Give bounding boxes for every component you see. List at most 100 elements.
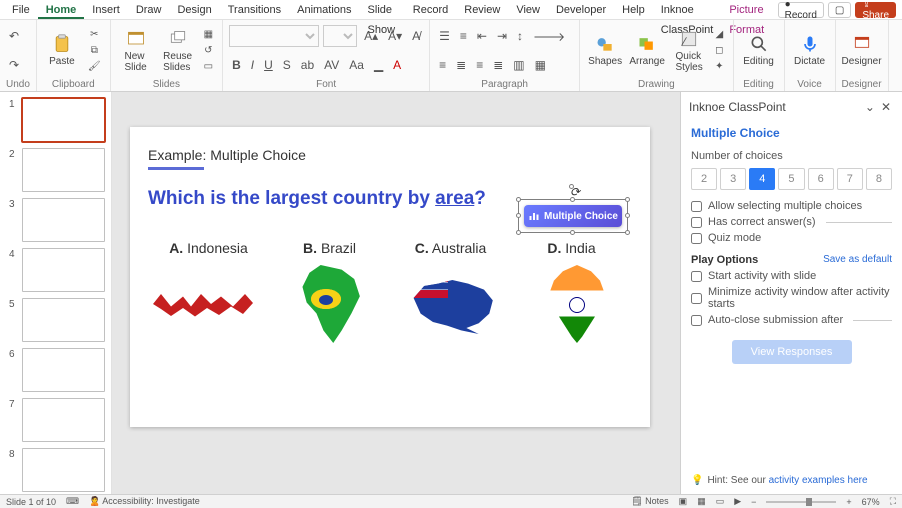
new-slide-button[interactable]: New Slide bbox=[117, 29, 155, 73]
reuse-slides-button[interactable]: Reuse Slides bbox=[159, 29, 197, 73]
allow-multiple-checkbox[interactable]: Allow selecting multiple choices bbox=[691, 200, 892, 212]
slide-thumbnail-panel[interactable]: 1 2 3 4 5 6 7 8 bbox=[0, 92, 112, 494]
align-center-button[interactable]: ≣ bbox=[453, 56, 469, 74]
slide-thumbnail[interactable]: 7 bbox=[22, 398, 105, 442]
tab-picture-format[interactable]: Picture Format bbox=[721, 0, 775, 19]
tab-animations[interactable]: Animations bbox=[289, 0, 359, 19]
slide-thumbnail[interactable]: 6 bbox=[22, 348, 105, 392]
zoom-in-button[interactable]: + bbox=[846, 497, 851, 507]
shapes-button[interactable]: Shapes bbox=[586, 34, 624, 67]
quick-styles-button[interactable]: Quick Styles bbox=[670, 29, 708, 73]
shape-fill-button[interactable]: ◢ bbox=[712, 27, 726, 42]
slide-thumbnail[interactable]: 8 bbox=[22, 448, 105, 492]
redo-button[interactable]: ↷ bbox=[6, 56, 22, 74]
view-reading-button[interactable]: ▭ bbox=[716, 496, 725, 507]
increase-font-button[interactable]: A▴ bbox=[361, 27, 381, 45]
save-default-link[interactable]: Save as default bbox=[823, 254, 892, 266]
zoom-value[interactable]: 67% bbox=[862, 497, 880, 507]
activity-examples-link[interactable]: activity examples here bbox=[769, 475, 868, 486]
slide-canvas[interactable]: Example: Multiple Choice Which is the la… bbox=[112, 92, 680, 494]
multiple-choice-badge[interactable]: Multiple Choice bbox=[524, 205, 622, 227]
slide-thumbnail[interactable]: 1 bbox=[22, 98, 105, 142]
notes-toggle[interactable]: 🗒 Notes bbox=[631, 496, 668, 507]
start-with-slide-checkbox[interactable]: Start activity with slide bbox=[691, 270, 892, 282]
line-spacing-button[interactable]: ↕ bbox=[514, 27, 526, 45]
tab-draw[interactable]: Draw bbox=[128, 0, 170, 19]
layout-button[interactable]: ▦ bbox=[201, 27, 216, 42]
tab-record[interactable]: Record bbox=[405, 0, 456, 19]
choice-count-8[interactable]: 8 bbox=[866, 168, 892, 190]
section-button[interactable]: ▭ bbox=[201, 59, 216, 74]
tab-view[interactable]: View bbox=[508, 0, 548, 19]
accessibility-status[interactable]: 🙎 Accessibility: Investigate bbox=[89, 496, 200, 507]
dictate-button[interactable]: Dictate bbox=[791, 34, 829, 67]
view-slideshow-button[interactable]: ▶ bbox=[734, 496, 741, 507]
tab-slide-show[interactable]: Slide Show bbox=[360, 0, 405, 19]
align-left-button[interactable]: ≡ bbox=[436, 56, 449, 74]
minimize-after-checkbox[interactable]: Minimize activity window after activity … bbox=[691, 286, 892, 310]
change-case-button[interactable]: Aa bbox=[346, 56, 367, 74]
zoom-out-button[interactable]: − bbox=[751, 497, 756, 507]
tab-inknoe-classpoint[interactable]: Inknoe ClassPoint bbox=[653, 0, 722, 19]
pane-close-button[interactable]: ✕ bbox=[878, 98, 894, 116]
choice-count-4[interactable]: 4 bbox=[749, 168, 775, 190]
indent-inc-button[interactable]: ⇥ bbox=[494, 27, 510, 45]
share-button[interactable]: ⇪ Share bbox=[855, 2, 896, 18]
clear-format-button[interactable]: A̸ bbox=[409, 27, 423, 45]
reset-button[interactable]: ↺ bbox=[201, 43, 216, 58]
choice-count-3[interactable]: 3 bbox=[720, 168, 746, 190]
indent-dec-button[interactable]: ⇤ bbox=[474, 27, 490, 45]
lang-icon[interactable]: ⌨ bbox=[66, 496, 79, 507]
numbering-button[interactable]: ≡ bbox=[457, 27, 470, 45]
undo-button[interactable]: ↶ bbox=[6, 27, 22, 45]
paste-button[interactable]: Paste bbox=[43, 34, 81, 67]
tab-design[interactable]: Design bbox=[169, 0, 219, 19]
tab-transitions[interactable]: Transitions bbox=[220, 0, 289, 19]
highlight-button[interactable]: ▁ bbox=[371, 56, 386, 74]
arrange-button[interactable]: Arrange bbox=[628, 34, 666, 67]
font-size-select[interactable] bbox=[323, 25, 357, 47]
tab-home[interactable]: Home bbox=[38, 0, 85, 19]
tab-file[interactable]: File bbox=[4, 0, 38, 19]
font-family-select[interactable] bbox=[229, 25, 319, 47]
shape-effects-button[interactable]: ✦ bbox=[712, 59, 726, 74]
slide-thumbnail[interactable]: 3 bbox=[22, 198, 105, 242]
justify-button[interactable]: ≣ bbox=[490, 56, 506, 74]
slide-thumbnail[interactable]: 2 bbox=[22, 148, 105, 192]
strike-button[interactable]: S bbox=[280, 56, 294, 74]
fit-window-button[interactable]: ⛶ bbox=[890, 496, 896, 507]
view-sorter-button[interactable]: ▦ bbox=[697, 496, 706, 507]
choice-count-6[interactable]: 6 bbox=[808, 168, 834, 190]
slide-thumbnail[interactable]: 4 bbox=[22, 248, 105, 292]
copy-button[interactable]: ⧉ bbox=[85, 43, 104, 58]
slide-thumbnail[interactable]: 5 bbox=[22, 298, 105, 342]
underline-button[interactable]: U bbox=[261, 56, 276, 74]
choice-count-2[interactable]: 2 bbox=[691, 168, 717, 190]
text-direction-button[interactable]: 🡒 bbox=[530, 27, 568, 46]
zoom-slider[interactable] bbox=[766, 501, 836, 503]
auto-close-checkbox[interactable]: Auto-close submission after bbox=[691, 314, 892, 326]
convert-smartart-button[interactable]: ▦ bbox=[532, 56, 549, 74]
cut-button[interactable]: ✂ bbox=[85, 27, 104, 42]
view-normal-button[interactable]: ▣ bbox=[679, 496, 688, 507]
bullets-button[interactable]: ☰ bbox=[436, 27, 453, 45]
italic-button[interactable]: I bbox=[248, 56, 257, 74]
columns-button[interactable]: ▥ bbox=[510, 56, 527, 74]
record-button[interactable]: ● Record bbox=[778, 2, 824, 18]
tab-review[interactable]: Review bbox=[456, 0, 508, 19]
choice-count-5[interactable]: 5 bbox=[778, 168, 804, 190]
pane-collapse-button[interactable]: ⌄ bbox=[862, 98, 878, 116]
tab-insert[interactable]: Insert bbox=[84, 0, 128, 19]
shape-outline-button[interactable]: ◻ bbox=[712, 43, 726, 58]
align-right-button[interactable]: ≡ bbox=[473, 56, 486, 74]
decrease-font-button[interactable]: A▾ bbox=[385, 27, 405, 45]
font-color-button[interactable]: A bbox=[390, 56, 404, 74]
char-spacing-button[interactable]: AV bbox=[321, 56, 342, 74]
has-correct-checkbox[interactable]: Has correct answer(s) bbox=[691, 216, 892, 228]
format-painter-button[interactable]: 🖌 bbox=[85, 59, 104, 74]
present-mode-button[interactable]: ▢ bbox=[828, 2, 851, 18]
quiz-mode-checkbox[interactable]: Quiz mode bbox=[691, 232, 892, 244]
choice-count-7[interactable]: 7 bbox=[837, 168, 863, 190]
tab-developer[interactable]: Developer bbox=[548, 0, 614, 19]
editing-button[interactable]: Editing bbox=[740, 34, 778, 67]
